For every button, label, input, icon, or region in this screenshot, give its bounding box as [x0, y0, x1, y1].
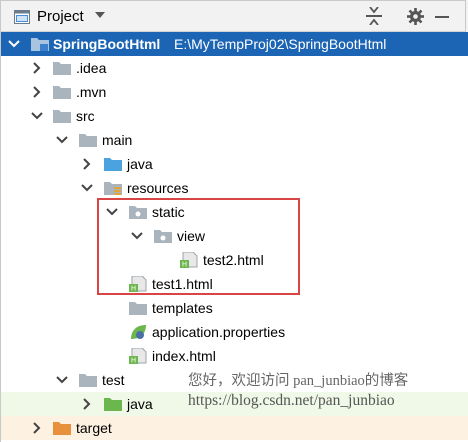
chevron-down-icon[interactable] — [31, 110, 43, 122]
project-view-title[interactable]: Project — [37, 8, 84, 25]
tree-row-idea[interactable]: .idea — [1, 56, 468, 80]
tree-row-index-html[interactable]: H index.html — [1, 344, 468, 368]
tree-label-templates: templates — [152, 300, 213, 316]
chevron-down-icon[interactable] — [95, 11, 105, 19]
tree-label-idea: .idea — [76, 60, 107, 76]
folder-icon — [53, 62, 71, 75]
tree-label-main: main — [102, 132, 133, 148]
chevron-down-icon[interactable] — [56, 134, 68, 146]
resources-folder-icon — [104, 182, 122, 195]
tree-label-resources: resources — [127, 180, 189, 196]
project-toolbar: Project — [0, 0, 466, 32]
gear-icon[interactable] — [407, 8, 424, 25]
tree-row-src[interactable]: src — [1, 104, 468, 128]
tree-label-mvn: .mvn — [76, 84, 107, 100]
highlight-box — [97, 198, 300, 295]
excluded-folder-icon — [53, 422, 71, 435]
tree-row-templates[interactable]: templates — [1, 296, 468, 320]
tree-row-project-root[interactable]: SpringBootHtml E:\MyTempProj02\SpringBoo… — [1, 32, 468, 56]
tree-label-application-properties: application.properties — [152, 324, 286, 340]
tree-row-target[interactable]: target — [1, 416, 468, 440]
folder-icon — [129, 302, 147, 315]
collapse-all-icon[interactable] — [366, 7, 382, 25]
tree-label-src: src — [76, 108, 95, 124]
folder-icon — [79, 374, 97, 387]
minimize-icon[interactable] — [435, 16, 449, 18]
tree-label-java: java — [127, 156, 153, 172]
tree-row-mvn[interactable]: .mvn — [1, 80, 468, 104]
tree-label-test: test — [102, 372, 125, 388]
chevron-down-icon[interactable] — [81, 182, 93, 194]
project-root-path: E:\MyTempProj02\SpringBootHtml — [174, 36, 387, 52]
tree-label-test-java: java — [127, 396, 153, 412]
source-folder-icon — [104, 158, 122, 171]
chevron-right-icon[interactable] — [31, 86, 43, 98]
folder-icon — [53, 110, 71, 123]
chevron-right-icon[interactable] — [31, 62, 43, 74]
watermark-url: https://blog.csdn.net/pan_junbiao — [188, 392, 395, 409]
chevron-down-icon[interactable] — [8, 38, 20, 50]
module-folder-icon — [31, 38, 49, 51]
project-window-icon — [14, 10, 30, 24]
tree-label-index: index.html — [152, 348, 216, 364]
tree-row-java[interactable]: java — [1, 152, 468, 176]
tree-row-application-properties[interactable]: application.properties — [1, 320, 468, 344]
folder-icon — [53, 86, 71, 99]
spring-properties-icon — [131, 325, 146, 339]
chevron-right-icon[interactable] — [81, 398, 93, 410]
chevron-right-icon[interactable] — [81, 158, 93, 170]
svg-text:H: H — [131, 357, 136, 365]
tree-row-main[interactable]: main — [1, 128, 468, 152]
chevron-down-icon[interactable] — [56, 374, 68, 386]
folder-icon — [79, 134, 97, 147]
tree-label-target: target — [76, 420, 112, 436]
project-root-name: SpringBootHtml — [53, 36, 161, 52]
watermark-greeting: 您好，欢迎访问 pan_junbiao的博客 — [188, 373, 409, 389]
tree-row-resources[interactable]: resources — [1, 176, 468, 200]
html-file-icon: H — [129, 348, 147, 364]
chevron-right-icon[interactable] — [31, 422, 43, 434]
test-source-folder-icon — [104, 398, 122, 411]
